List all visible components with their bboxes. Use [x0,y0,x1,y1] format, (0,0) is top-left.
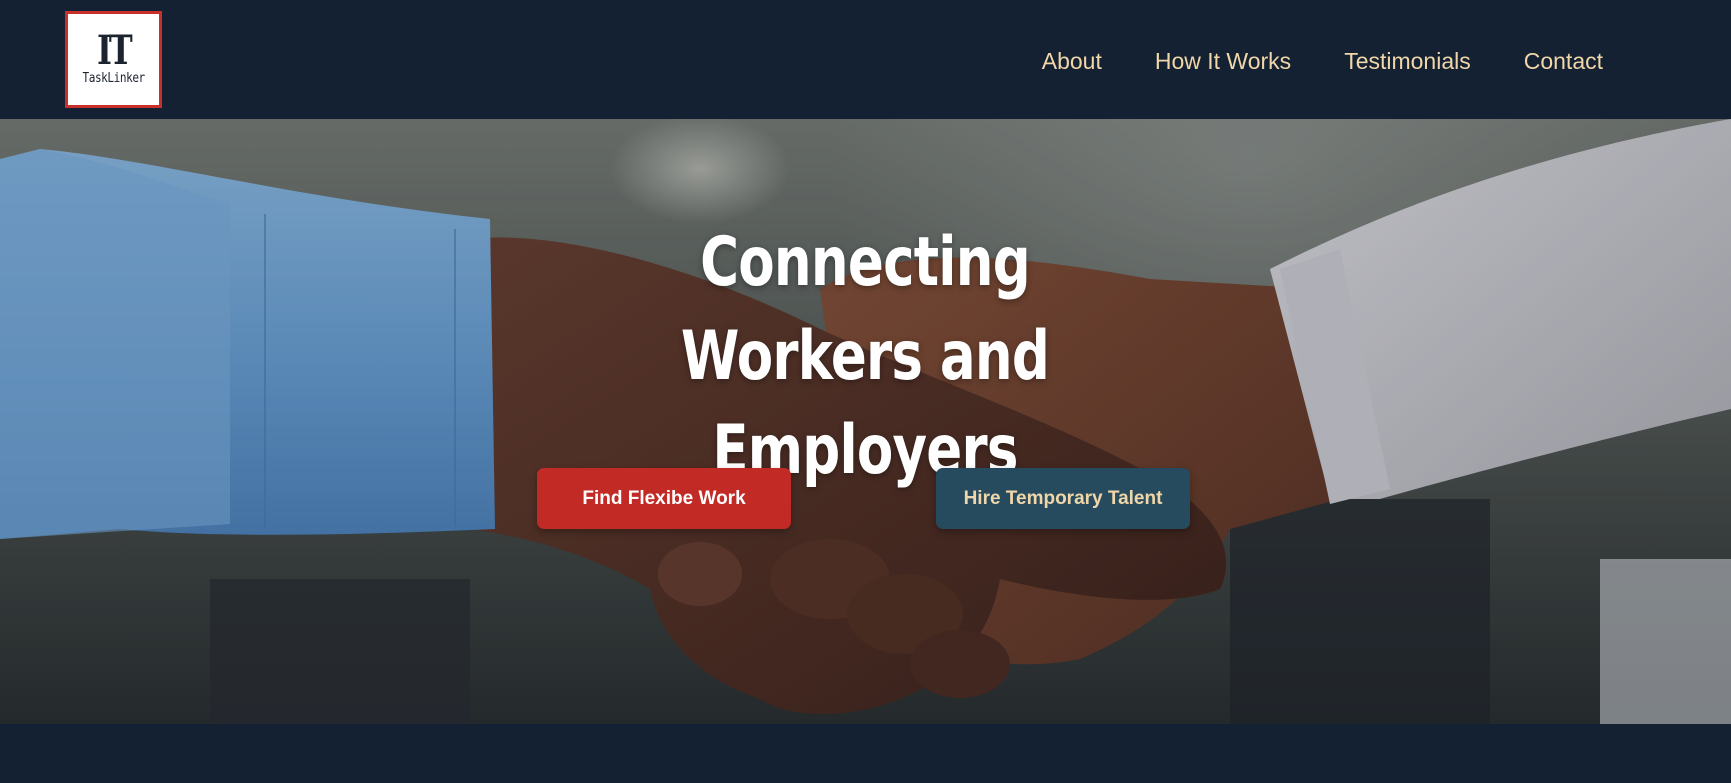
site-header: IT TaskLinker About How It Works Testimo… [0,0,1731,119]
next-section-band [0,724,1731,783]
nav-about[interactable]: About [1042,43,1102,79]
logo-mark: IT [97,26,133,74]
hero-section: Connecting Workers and Employers Find Fl… [0,119,1731,724]
hero-title: Connecting Workers and Employers [573,216,1158,498]
logo-wordmark: TaskLinker [82,70,145,86]
nav-contact[interactable]: Contact [1524,43,1603,79]
nav-testimonials[interactable]: Testimonials [1344,43,1471,79]
nav-how-it-works[interactable]: How It Works [1155,43,1291,79]
hire-temporary-talent-button[interactable]: Hire Temporary Talent [936,468,1190,529]
find-flexible-work-button[interactable]: Find Flexibe Work [537,468,791,529]
main-nav: About How It Works Testimonials Contact [1042,43,1603,79]
tasklinker-logo[interactable]: IT TaskLinker [65,11,162,108]
hero-title-line1: Connecting Workers and [680,223,1050,396]
